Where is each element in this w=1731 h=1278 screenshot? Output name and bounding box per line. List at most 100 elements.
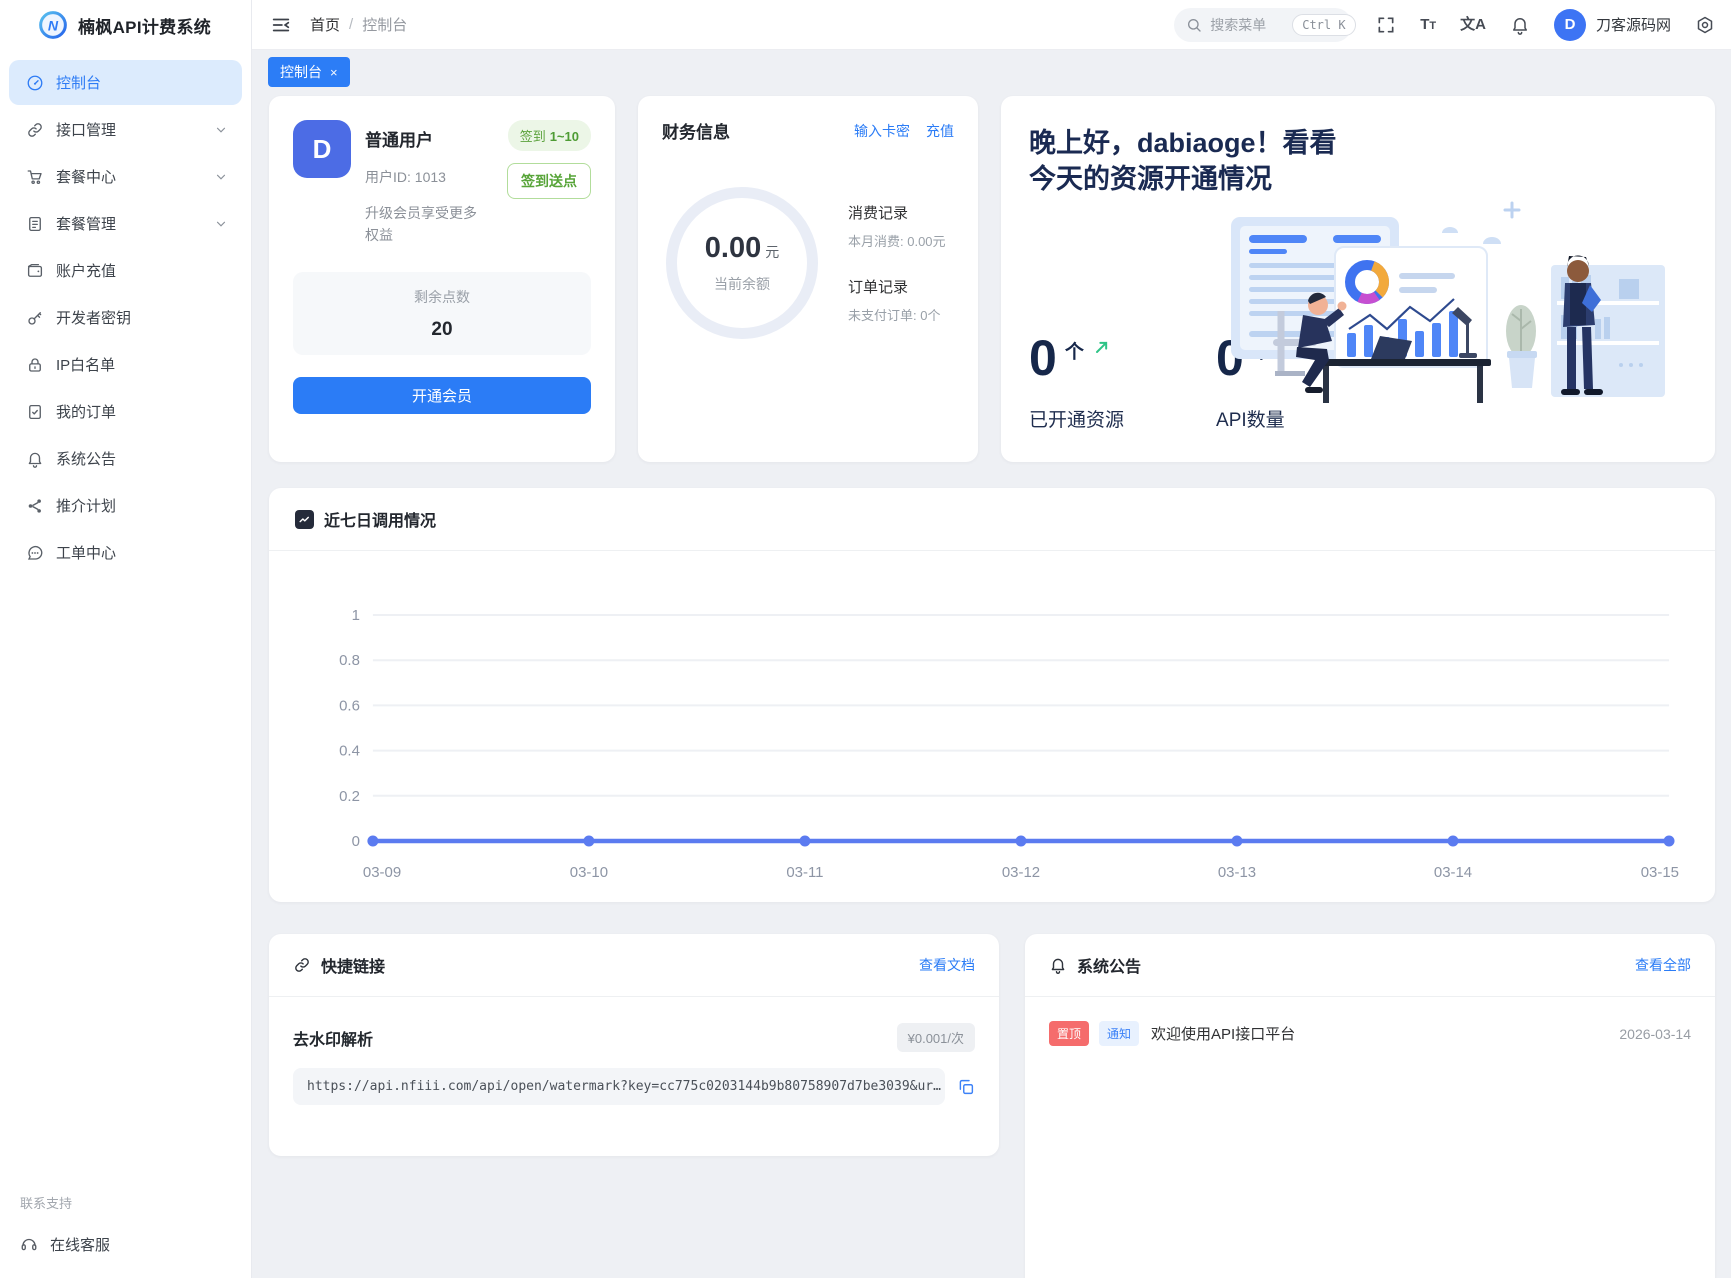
- announcements-card: 系统公告 查看全部 置顶 通知 欢迎使用API接口平台 2026-03-14: [1025, 934, 1715, 1278]
- order-record-title[interactable]: 订单记录: [848, 276, 946, 297]
- tab-dashboard[interactable]: 控制台 ×: [268, 57, 350, 87]
- support-label: 联系支持: [20, 1196, 73, 1211]
- stat-label: 已开通资源: [1029, 410, 1125, 431]
- svg-text:03-13: 03-13: [1218, 864, 1256, 881]
- pinned-badge: 置顶: [1049, 1021, 1090, 1046]
- sidebar-item-label: 账户充值: [56, 263, 117, 280]
- sidebar-item-announcements[interactable]: 系统公告: [9, 436, 242, 481]
- api-url-field[interactable]: https://api.nfiii.com/api/open/watermark…: [293, 1068, 945, 1105]
- calls-chart-card: 近七日调用情况 0 0.2 0.4 0.6 0.8 1 03-09 03-10 03-11 03-…: [269, 488, 1715, 902]
- app-title: 楠枫API计费系统: [78, 17, 212, 37]
- online-support-item[interactable]: 在线客服: [0, 1222, 251, 1266]
- view-all-link[interactable]: 查看全部: [1635, 955, 1691, 975]
- sidebar-item-my-orders[interactable]: 我的订单: [9, 389, 242, 434]
- announcement-item[interactable]: 置顶 通知 欢迎使用API接口平台 2026-03-14: [1049, 1021, 1691, 1046]
- notification-icon[interactable]: [1510, 15, 1530, 35]
- svg-text:03-15: 03-15: [1641, 864, 1679, 881]
- sidebar-item-tickets[interactable]: 工单中心: [9, 530, 242, 575]
- announcements-title: 系统公告: [1077, 959, 1142, 976]
- sidebar-item-dashboard[interactable]: 控制台: [9, 60, 242, 105]
- open-membership-button[interactable]: 开通会员: [293, 377, 591, 415]
- greeting-text: 晚上好，dabiaoge！看看今天的资源开通情况: [1029, 128, 1337, 194]
- topbar-tools: Ctrl K TT 文A D 刀客源码网: [1174, 7, 1715, 42]
- sidebar-footer: 联系支持 在线客服: [0, 1185, 251, 1266]
- signin-button[interactable]: 签到送点: [507, 163, 591, 199]
- sidebar-item-recharge[interactable]: 账户充值: [9, 248, 242, 293]
- sidebar: N 楠枫API计费系统 控制台 接口管理 套餐中心 套餐管理 账户充值 开发者密…: [0, 0, 252, 1278]
- key-icon: [26, 309, 44, 327]
- greeting-illustration: [1231, 201, 1665, 403]
- font-size-icon[interactable]: TT: [1420, 17, 1436, 32]
- sidebar-item-label: 套餐管理: [56, 216, 117, 233]
- consume-record-title[interactable]: 消费记录: [848, 202, 946, 223]
- ticket-icon: [26, 544, 44, 562]
- sidebar-item-label: 我的订单: [56, 404, 117, 421]
- chevron-down-icon: [214, 217, 228, 231]
- headset-icon: [20, 1235, 38, 1253]
- username: 刀客源码网: [1595, 17, 1671, 34]
- search-box[interactable]: Ctrl K: [1174, 7, 1356, 42]
- stat-label: API数量: [1216, 410, 1285, 431]
- recharge-link[interactable]: 充值: [926, 121, 954, 141]
- share-icon: [26, 497, 44, 515]
- svg-text:03-10: 03-10: [570, 864, 608, 881]
- user-avatar: D: [293, 120, 351, 178]
- chevron-down-icon: [214, 170, 228, 184]
- close-icon[interactable]: ×: [330, 66, 338, 79]
- tab-bar: 控制台 ×: [252, 50, 1731, 94]
- user-menu[interactable]: D 刀客源码网: [1553, 8, 1671, 41]
- menu-fold-icon[interactable]: [270, 14, 292, 36]
- logo-row: N 楠枫API计费系统: [0, 0, 251, 50]
- online-support-label: 在线客服: [50, 1236, 111, 1254]
- finance-title: 财务信息: [662, 123, 730, 142]
- api-icon: [26, 121, 44, 139]
- user-role: 普通用户: [365, 131, 433, 150]
- search-input[interactable]: [1210, 16, 1285, 33]
- sidebar-item-developer-keys[interactable]: 开发者密钥: [9, 295, 242, 340]
- enter-card-key-link[interactable]: 输入卡密: [854, 121, 910, 141]
- points-value: 20: [431, 319, 453, 341]
- sidebar-item-label: 套餐中心: [56, 169, 117, 186]
- order-icon: [26, 403, 44, 421]
- sidebar-item-package-management[interactable]: 套餐管理: [9, 201, 242, 246]
- sidebar-item-label: 工单中心: [56, 545, 117, 562]
- balance-unit: 元: [765, 244, 780, 260]
- svg-text:0.8: 0.8: [339, 652, 360, 669]
- copy-icon[interactable]: [957, 1078, 975, 1096]
- sidebar-item-label: 系统公告: [56, 451, 117, 468]
- tab-label: 控制台: [280, 64, 322, 80]
- sidebar-item-referral[interactable]: 推介计划: [9, 483, 242, 528]
- fullscreen-icon[interactable]: [1376, 15, 1396, 35]
- dashboard-icon: [26, 74, 44, 92]
- sidebar-item-ip-whitelist[interactable]: IP白名单: [9, 342, 242, 387]
- cart-icon: [26, 168, 44, 186]
- trend-up-icon: [1092, 337, 1112, 357]
- svg-text:03-11: 03-11: [786, 864, 823, 881]
- balance-ring: 0.00 元 当前余额: [666, 187, 818, 339]
- sidebar-item-label: 控制台: [56, 75, 102, 92]
- stat-value: 0: [1029, 330, 1057, 386]
- balance-value: 0.00: [704, 232, 762, 264]
- api-price-badge: ¥0.001/次: [896, 1023, 975, 1052]
- sidebar-item-label: IP白名单: [56, 357, 116, 374]
- main-content: 控制台 × D 普通用户 用户ID: 1013 升级会员享受更多权益 签到 1~1…: [252, 50, 1731, 1278]
- topbar: 首页 / 控制台 Ctrl K TT 文A D 刀客源码网: [252, 0, 1731, 50]
- sidebar-item-api-management[interactable]: 接口管理: [9, 107, 242, 152]
- points-label: 剩余点数: [414, 289, 470, 306]
- points-box: 剩余点数 20: [293, 272, 591, 356]
- sidebar-item-label: 开发者密钥: [56, 310, 132, 327]
- svg-text:1: 1: [352, 607, 360, 624]
- svg-text:0.4: 0.4: [339, 743, 360, 760]
- svg-text:0: 0: [352, 833, 360, 850]
- view-docs-link[interactable]: 查看文档: [919, 955, 975, 975]
- consume-record-sub: 本月消费: 0.00元: [848, 234, 946, 249]
- announcement-title: 欢迎使用API接口平台: [1151, 1026, 1296, 1043]
- breadcrumb-home[interactable]: 首页: [310, 14, 340, 35]
- logo-icon: N: [38, 10, 68, 40]
- chart-icon: [295, 509, 314, 529]
- settings-icon[interactable]: [1695, 15, 1715, 35]
- sidebar-item-package-center[interactable]: 套餐中心: [9, 154, 242, 199]
- chart-title: 近七日调用情况: [324, 513, 437, 530]
- translate-icon[interactable]: 文A: [1460, 17, 1486, 32]
- notice-badge: 通知: [1099, 1021, 1140, 1046]
